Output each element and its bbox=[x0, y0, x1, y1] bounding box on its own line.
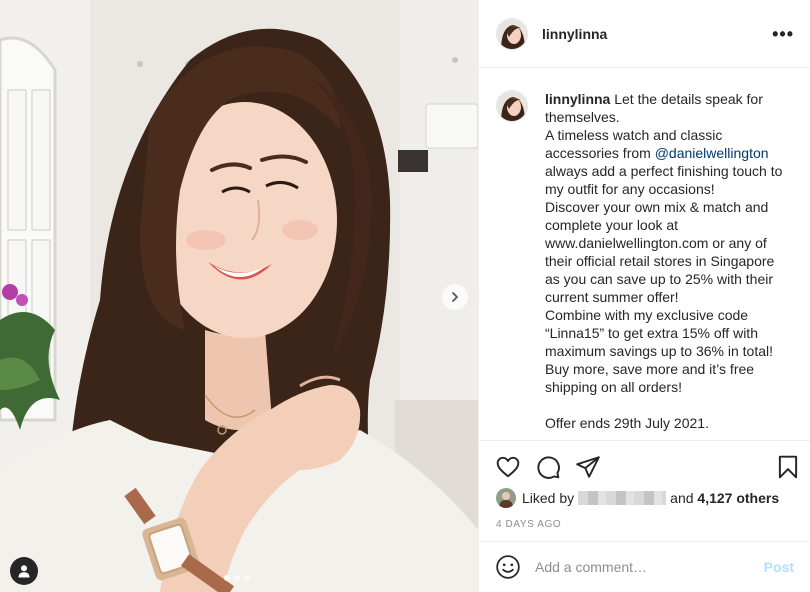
more-horizontal-icon[interactable]: ••• bbox=[772, 25, 794, 43]
mention-link[interactable]: @danielwellington bbox=[655, 145, 769, 161]
user-icon bbox=[18, 565, 30, 578]
comment-icon[interactable] bbox=[535, 454, 561, 480]
action-bar bbox=[479, 440, 810, 492]
carousel-dot bbox=[244, 575, 250, 581]
carousel-indicator bbox=[224, 575, 250, 581]
post-caption: linnylinna Let the details speak for the… bbox=[545, 90, 791, 432]
avatar[interactable] bbox=[496, 90, 528, 122]
bookmark-icon[interactable] bbox=[775, 454, 801, 480]
caption-text: always add a perfect finishing touch to … bbox=[545, 163, 783, 197]
caption-paragraph: A timeless watch and classic accessories… bbox=[545, 126, 791, 198]
caption-section: linnylinna Let the details speak for the… bbox=[479, 68, 810, 440]
carousel-next-button[interactable] bbox=[442, 284, 468, 310]
emoji-icon[interactable] bbox=[495, 554, 521, 580]
caption-intro: linnylinna Let the details speak for the… bbox=[545, 90, 791, 126]
post-timestamp[interactable]: 4 DAYS AGO bbox=[496, 519, 561, 530]
likes-count-link[interactable]: 4,127 others bbox=[697, 490, 779, 506]
liked-by-text: Liked by bbox=[522, 490, 575, 506]
post-photo bbox=[0, 0, 478, 592]
caption-paragraph: Offer ends 29th July 2021. bbox=[545, 415, 709, 431]
chevron-right-icon bbox=[452, 292, 458, 302]
carousel-dot bbox=[224, 575, 230, 581]
liker-profile-picture bbox=[496, 488, 516, 508]
post-comment-button[interactable]: Post bbox=[764, 559, 794, 575]
liker-username-redacted[interactable] bbox=[578, 491, 667, 505]
comment-input[interactable] bbox=[535, 559, 756, 575]
profile-picture bbox=[497, 91, 527, 121]
heart-icon[interactable] bbox=[495, 454, 521, 480]
caption-paragraph: Discover your own mix & match and comple… bbox=[545, 199, 775, 305]
share-icon[interactable] bbox=[575, 454, 601, 480]
liker-avatar bbox=[496, 488, 516, 508]
caption-paragraph: Buy more, save more and it’s free shippi… bbox=[545, 361, 755, 395]
profile-picture bbox=[497, 18, 527, 49]
tagged-users-button[interactable] bbox=[10, 557, 38, 585]
username-link[interactable]: linnylinna bbox=[542, 26, 607, 42]
avatar[interactable] bbox=[496, 17, 528, 50]
likes-summary[interactable]: Liked by and 4,127 others bbox=[496, 487, 779, 509]
caption-paragraph: Combine with my exclusive code “Linna15”… bbox=[545, 307, 773, 359]
post-image[interactable] bbox=[0, 0, 478, 592]
carousel-dot bbox=[234, 575, 240, 581]
likes-connector: and bbox=[670, 490, 694, 506]
post-header: linnylinna ••• bbox=[479, 0, 810, 68]
comment-form: Post bbox=[479, 541, 810, 592]
caption-author-link[interactable]: linnylinna bbox=[545, 91, 610, 107]
post-details-panel: linnylinna ••• linnylinna Let the detail… bbox=[478, 0, 810, 592]
